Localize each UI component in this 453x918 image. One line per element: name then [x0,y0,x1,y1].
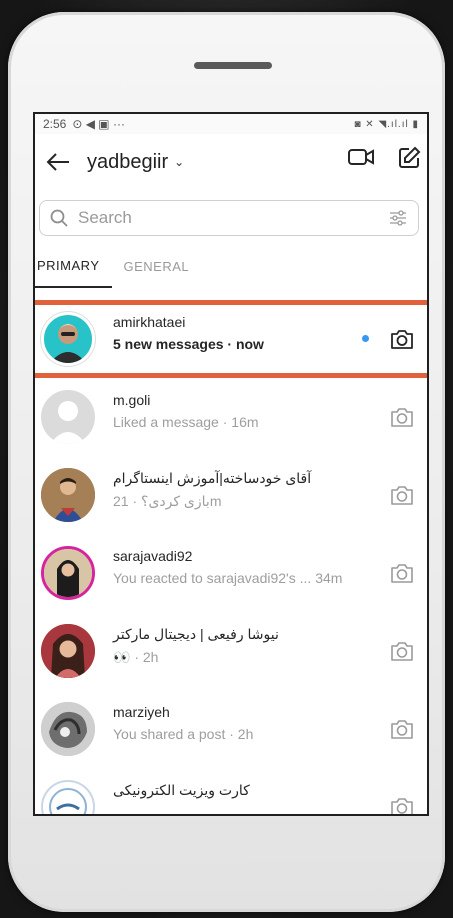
conversation-name: marziyeh [113,704,170,720]
camera-icon[interactable] [389,560,415,586]
conversation-name: amirkhataei [113,314,186,330]
conversation-subtitle: You reacted to sarajavadi92's ... [113,570,312,586]
conversation-name: sarajavadi92 [113,548,193,564]
tab-primary[interactable]: PRIMARY [35,244,112,288]
avatar [41,468,95,522]
speaker-grille [194,62,272,69]
conversation-row[interactable]: marziyeh You shared a post · 2h [35,690,427,768]
avatar [41,312,95,366]
search-bar[interactable]: Search [39,200,419,236]
conversation-row[interactable]: آقای خودساخته|آموزش اینستاگرام بازی کردی… [35,456,427,534]
conversation-row[interactable]: کارت ویزیت الکترونیکی [35,768,427,816]
new-message-icon[interactable] [397,146,421,170]
video-call-icon[interactable] [347,146,375,168]
avatar [41,780,95,814]
conversation-name: نیوشا رفیعی | دیجیتال مارکتر [113,626,279,642]
back-button[interactable] [43,147,73,177]
conversation-name: آقای خودساخته|آموزش اینستاگرام [113,470,312,486]
status-notification-icons: ⊙ ◀ ▣ ··· [72,117,125,131]
account-name: yadbegiir [87,150,169,173]
arrow-left-icon [46,153,69,171]
avatar-with-story-ring [41,546,95,600]
conversation-subtitle: بازی کردی؟ [141,493,210,509]
conversation-row[interactable]: sarajavadi92 You reacted to sarajavadi92… [35,534,427,612]
conversation-row[interactable]: نیوشا رفیعی | دیجیتال مارکتر 👀 · 2h [35,612,427,690]
status-bar: 2:56 ⊙ ◀ ▣ ··· ◙ ✕ ◥.ıl.ıl ▮ [35,114,427,134]
conversation-time: · 2h [134,649,159,665]
conversation-name: کارت ویزیت الکترونیکی [113,782,250,798]
status-time: 2:56 [43,117,67,131]
conversation-row[interactable]: m.goli Liked a message · 16m [35,378,427,456]
chevron-down-icon: ⌄ [174,155,185,169]
direct-header: yadbegiir ⌄ [35,134,427,190]
search-icon [50,209,68,227]
phone-screen: 2:56 ⊙ ◀ ▣ ··· ◙ ✕ ◥.ıl.ıl ▮ yadbegiir ⌄ [33,112,429,816]
conversation-time: · 16m [222,414,259,430]
inbox-tabs: PRIMARY GENERAL [35,244,427,288]
search-placeholder: Search [78,208,132,227]
avatar [41,702,95,756]
camera-icon[interactable] [389,326,415,352]
unread-indicator [362,335,369,342]
conversation-subtitle: Liked a message [113,414,219,430]
camera-icon[interactable] [389,482,415,508]
avatar [41,624,95,678]
conversation-name: m.goli [113,392,151,408]
conversation-subtitle: 5 new messages · now [113,336,264,352]
camera-icon[interactable] [389,794,415,816]
conversation-subtitle: You shared a post [113,726,226,742]
status-system-icons: ◙ ✕ ◥.ıl.ıl ▮ [354,118,419,130]
camera-icon[interactable] [389,716,415,742]
avatar [41,390,95,444]
filter-icon[interactable] [388,209,408,227]
conversation-subtitle: 👀 [113,649,131,665]
conversation-time: 34m [315,570,343,586]
conversation-row[interactable]: amirkhataei 5 new messages · now [35,300,427,378]
conversation-time: · 2h [229,726,254,742]
tab-general[interactable]: GENERAL [122,244,202,288]
camera-icon[interactable] [389,638,415,664]
camera-icon[interactable] [389,404,415,430]
account-switcher[interactable]: yadbegiir ⌄ [87,151,184,174]
conversation-list: amirkhataei 5 new messages · now m.goli … [35,300,427,816]
